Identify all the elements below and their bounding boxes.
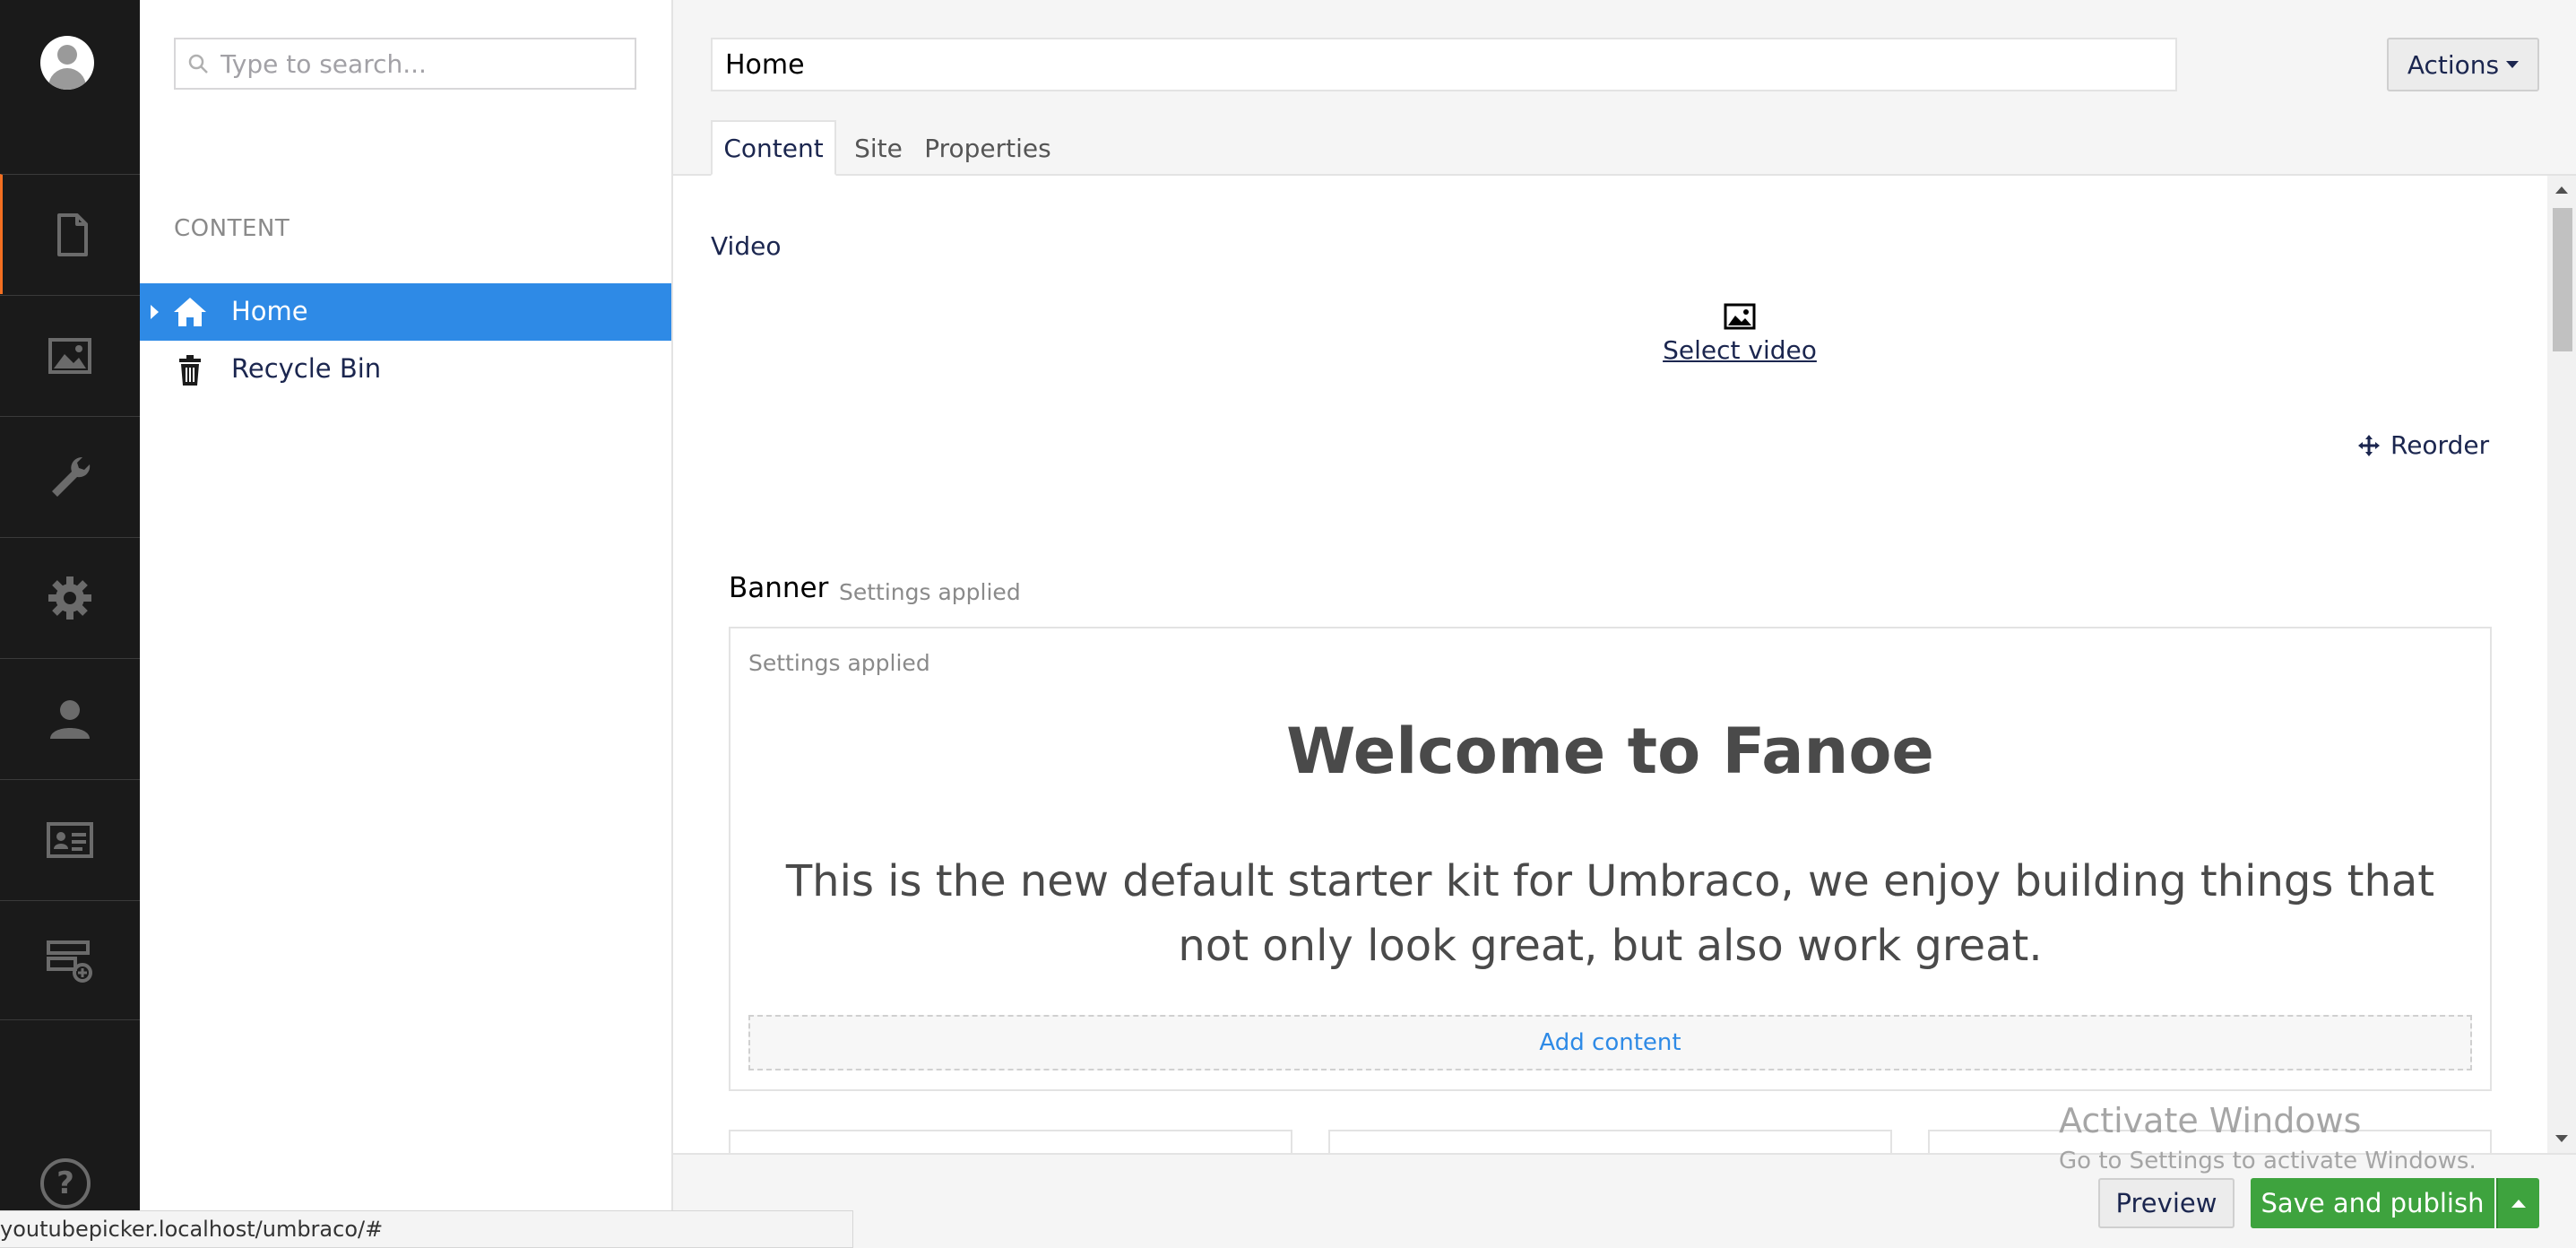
caret-up-icon	[2511, 1199, 2526, 1208]
section-packages[interactable]	[0, 537, 140, 657]
video-property-label: Video	[711, 231, 782, 261]
editor-scrollbar[interactable]	[2547, 176, 2576, 1153]
select-video-link[interactable]: Select video	[1659, 303, 1820, 365]
id-card-icon	[47, 821, 93, 858]
node-name-input[interactable]	[711, 38, 2177, 91]
banner-inner-settings: Settings applied	[748, 650, 930, 676]
grid-cell[interactable]	[1328, 1130, 1892, 1153]
publish-options-button[interactable]	[2496, 1178, 2539, 1228]
reorder-button[interactable]: Reorder	[2358, 430, 2489, 460]
gear-icon	[48, 576, 91, 620]
reorder-label: Reorder	[2390, 430, 2490, 460]
section-forms[interactable]	[0, 900, 140, 1020]
preview-label: Preview	[2115, 1188, 2217, 1218]
user-avatar[interactable]	[40, 36, 94, 90]
tree-section-title: CONTENT	[174, 215, 290, 242]
tree-search	[174, 38, 636, 90]
document-icon	[56, 212, 88, 256]
banner-body-text: This is the new default starter kit for …	[785, 856, 2435, 971]
activate-windows-watermark: Activate Windows Go to Settings to activ…	[2059, 1101, 2477, 1174]
tab-content[interactable]: Content	[711, 120, 836, 176]
search-icon	[188, 54, 208, 74]
add-content-label: Add content	[1539, 1029, 1681, 1056]
scroll-down-icon[interactable]	[2555, 1135, 2568, 1142]
image-icon	[1724, 303, 1756, 330]
scroll-up-icon[interactable]	[2555, 186, 2568, 194]
tree-item-recycle-bin[interactable]: Recycle Bin	[140, 341, 671, 398]
save-and-publish-button[interactable]: Save and publish	[2251, 1178, 2494, 1228]
section-users[interactable]	[0, 658, 140, 778]
add-content-button[interactable]: Add content	[748, 1015, 2472, 1070]
actions-button[interactable]: Actions	[2387, 38, 2539, 91]
section-settings[interactable]	[0, 416, 140, 536]
home-icon	[174, 298, 206, 326]
tree-item-label: Home	[231, 296, 308, 326]
move-icon	[2358, 434, 2380, 456]
publish-label: Save and publish	[2260, 1188, 2485, 1218]
banner-headline: Welcome to Fanoe	[1286, 715, 1934, 788]
question-icon: ?	[56, 1166, 74, 1201]
image-icon	[48, 337, 91, 374]
banner-title: Banner	[729, 572, 829, 604]
editor-header: Actions Content Site Properties	[673, 0, 2576, 176]
tab-label: Content	[723, 133, 824, 163]
watermark-subtitle: Go to Settings to activate Windows.	[2059, 1148, 2477, 1174]
select-video-label: Select video	[1663, 335, 1817, 365]
tab-properties[interactable]: Properties	[921, 120, 1055, 176]
caret-down-icon	[2506, 61, 2520, 68]
banner-block[interactable]: Settings applied Welcome to Fanoe This i…	[729, 627, 2492, 1091]
section-media[interactable]	[0, 295, 140, 415]
search-input[interactable]	[220, 45, 624, 82]
scrollbar-thumb[interactable]	[2553, 208, 2572, 351]
content-tree-panel: CONTENT Home Recycle Bin	[140, 0, 673, 1248]
section-content[interactable]	[0, 174, 140, 294]
grid-cell[interactable]	[729, 1130, 1292, 1153]
expand-caret-icon[interactable]	[151, 305, 159, 319]
trash-icon	[179, 355, 201, 386]
wrench-icon	[52, 456, 91, 497]
banner-settings-badge: Settings applied	[839, 579, 1021, 605]
tree-item-home[interactable]: Home	[140, 283, 671, 341]
editor-body: Video Select video Reorder Banner Settin…	[673, 176, 2547, 1153]
tab-label: Properties	[924, 133, 1051, 163]
section-members[interactable]	[0, 779, 140, 899]
form-add-icon	[47, 940, 92, 983]
user-icon	[50, 699, 90, 739]
tab-label: Site	[854, 133, 903, 163]
browser-status-bar: youtubepicker.localhost/umbraco/#	[0, 1210, 853, 1248]
section-rail: ?	[0, 0, 140, 1248]
tab-site[interactable]: Site	[845, 120, 912, 176]
preview-button[interactable]: Preview	[2098, 1178, 2235, 1228]
help-button[interactable]: ?	[40, 1158, 91, 1209]
actions-label: Actions	[2407, 49, 2500, 80]
tree-item-label: Recycle Bin	[231, 353, 382, 384]
watermark-title: Activate Windows	[2059, 1101, 2362, 1140]
